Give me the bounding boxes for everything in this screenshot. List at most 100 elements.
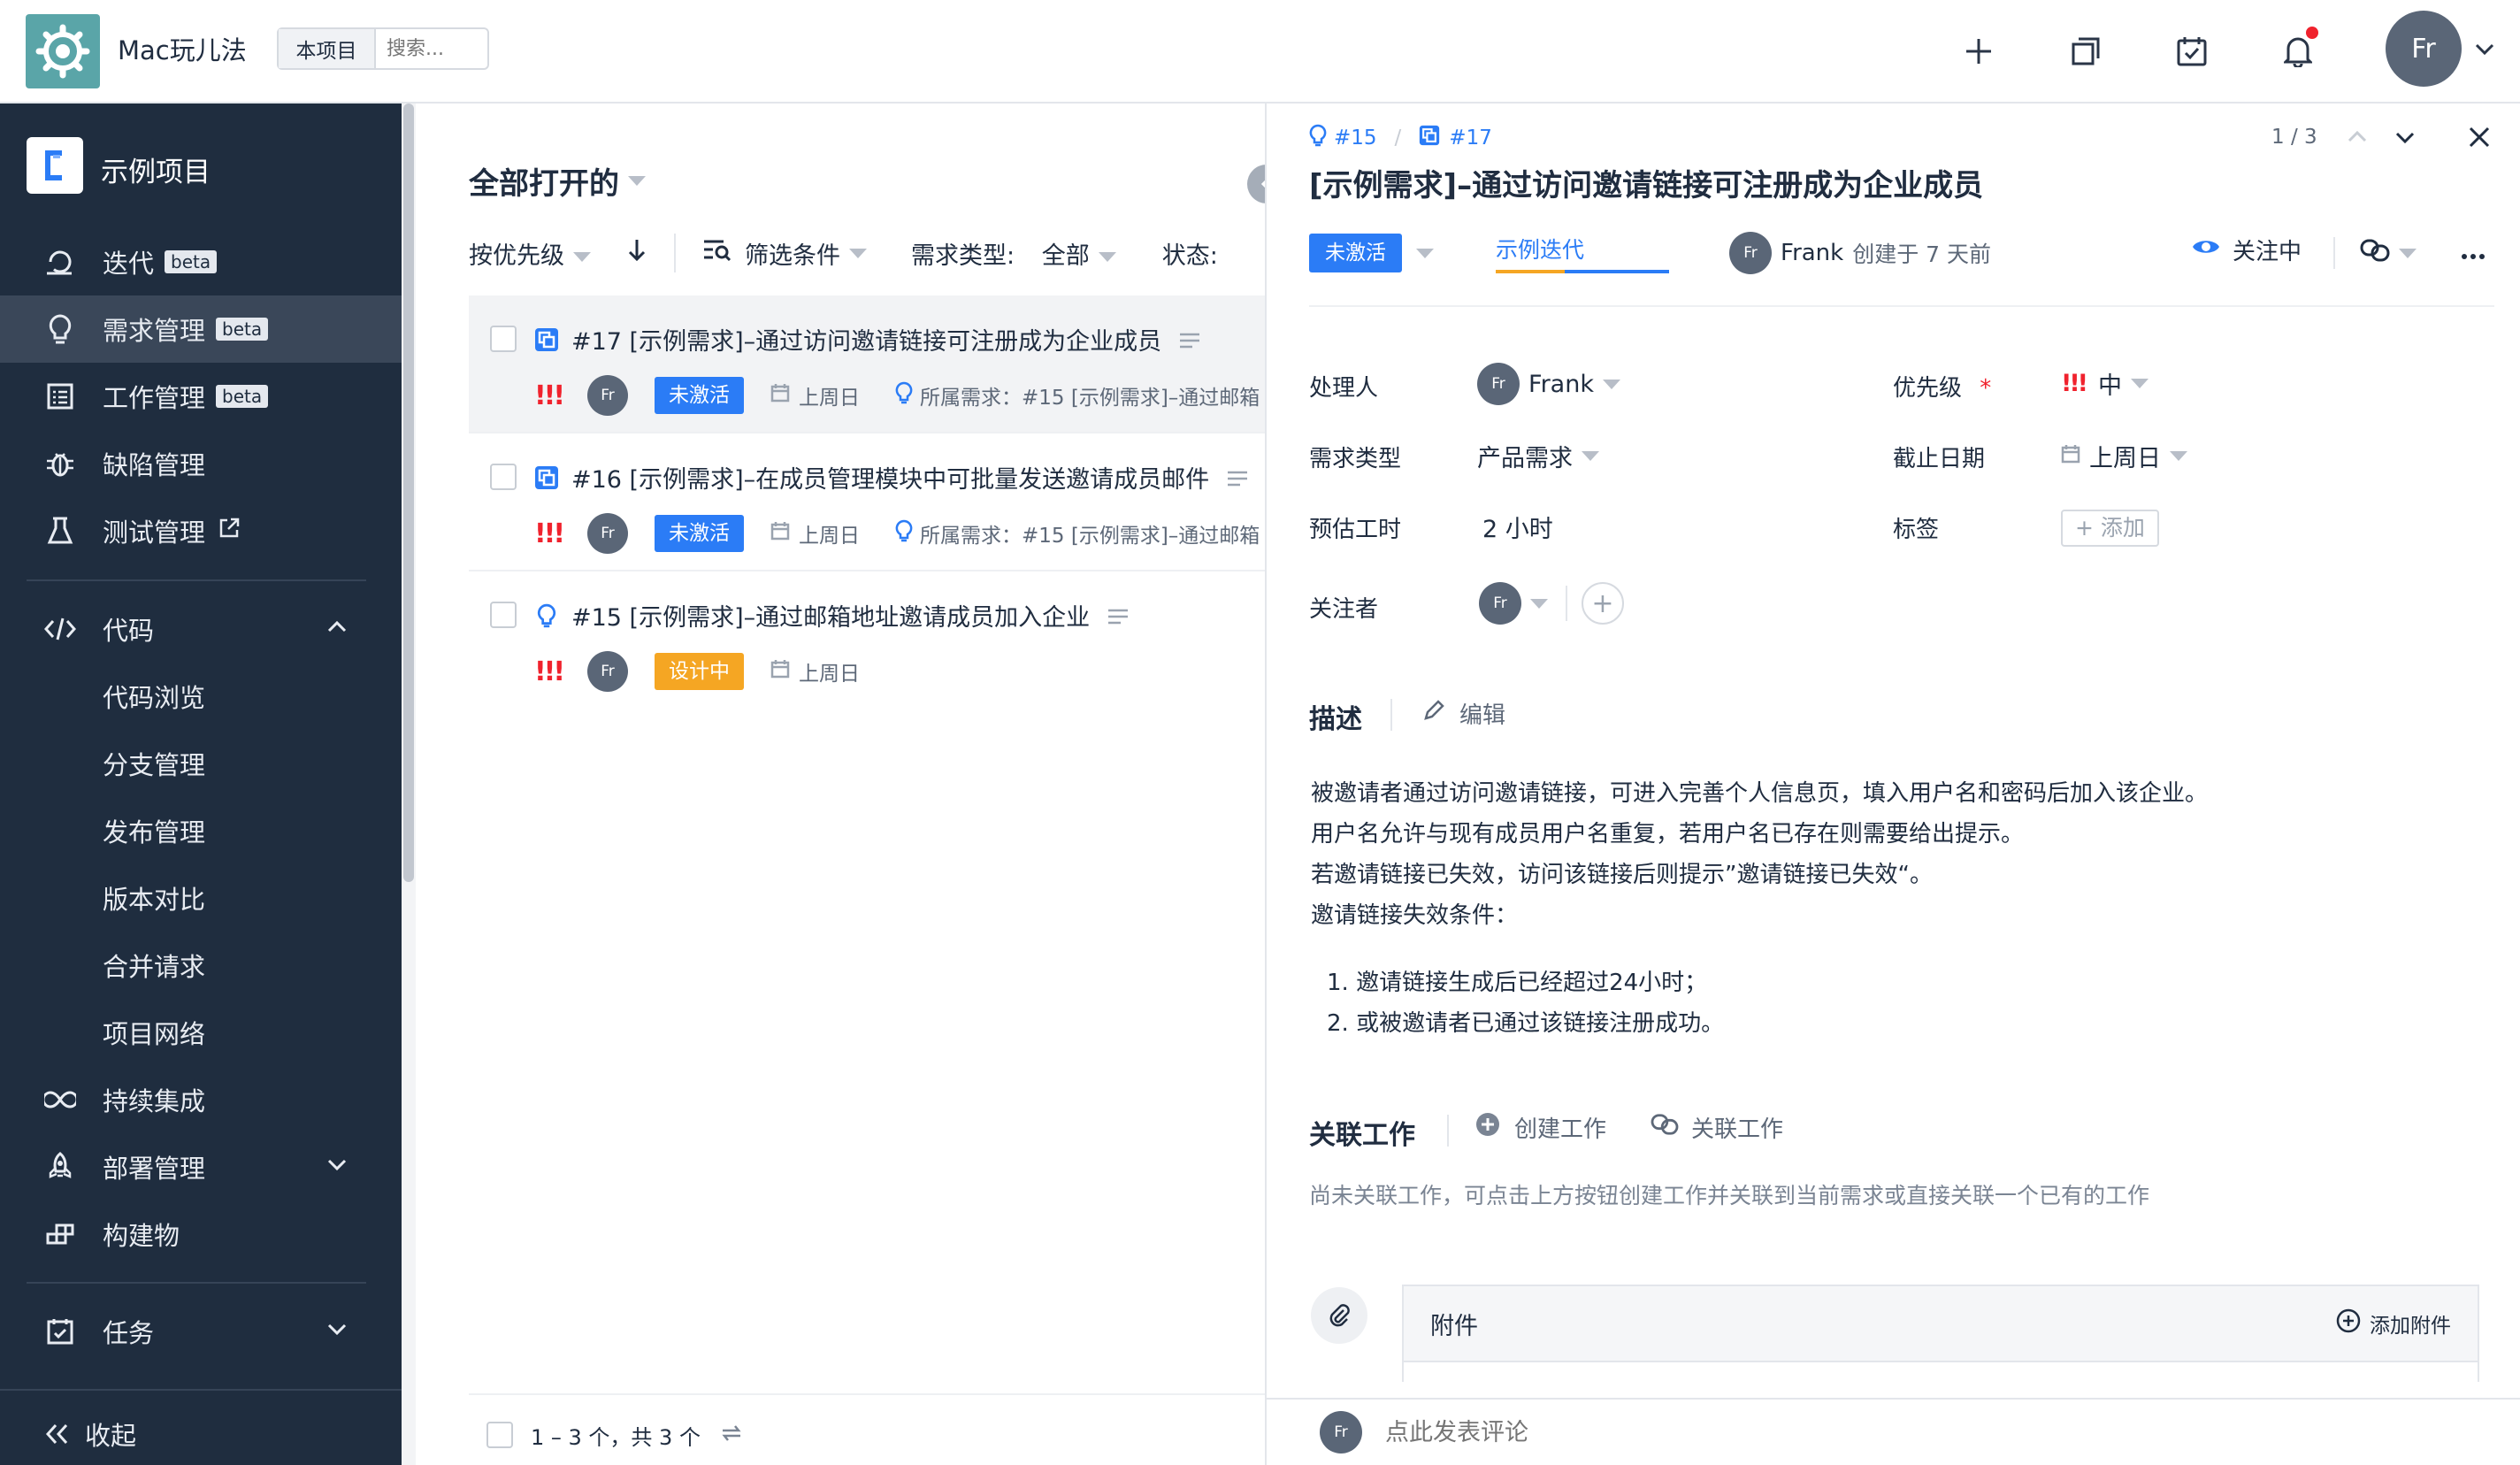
caret-down-icon[interactable] bbox=[1530, 598, 1548, 609]
due-date[interactable]: 上周日 bbox=[770, 656, 860, 686]
add-tag-button[interactable]: + 添加 bbox=[2061, 510, 2159, 547]
sidebar-item-releases[interactable]: 发布管理 bbox=[0, 797, 402, 864]
refresh-icon[interactable] bbox=[720, 1423, 743, 1448]
calendar-check-icon[interactable] bbox=[2167, 27, 2217, 76]
linked-work-empty-text: 尚未关联工作，可点击上方按钮创建工作并关联到当前需求或直接关联一个已有的工作 bbox=[1309, 1183, 2150, 1208]
follow-button[interactable]: 关注中 bbox=[2192, 234, 2302, 266]
add-attachment-button[interactable]: 添加附件 bbox=[2336, 1308, 2451, 1338]
list-item[interactable]: #17 [示例需求]–通过访问邀请链接可注册成为企业成员 !!! Fr 未激活 … bbox=[469, 295, 1265, 433]
link-menu[interactable] bbox=[2360, 237, 2417, 270]
due-date[interactable]: 上周日 bbox=[770, 518, 860, 548]
sidebar-item-testing[interactable]: 测试管理 bbox=[0, 497, 402, 564]
priority-indicator[interactable]: !!! bbox=[534, 656, 571, 687]
sort-direction-icon[interactable] bbox=[626, 238, 647, 269]
list-view-selector[interactable]: 全部打开的 bbox=[469, 159, 646, 203]
estimate-field[interactable]: 2 小时 bbox=[1482, 510, 1553, 544]
assignee-name: Frank bbox=[1528, 370, 1594, 398]
creator-avatar[interactable]: Fr bbox=[1729, 232, 1772, 274]
estimate-label: 预估工时 bbox=[1309, 517, 1402, 543]
search-scope-selector[interactable]: 本项目 bbox=[279, 29, 376, 68]
status-badge[interactable]: 未激活 bbox=[655, 377, 744, 414]
watchers-field[interactable]: Fr + bbox=[1479, 582, 1624, 625]
assignee-avatar[interactable]: Fr bbox=[587, 375, 628, 416]
detail-title[interactable]: [示例需求]–通过访问邀请链接可注册成为企业成员 bbox=[1309, 161, 1983, 204]
search-box[interactable]: 本项目 bbox=[277, 27, 489, 70]
project-name[interactable]: 示例项目 bbox=[101, 150, 211, 189]
sidebar-item-code-browse[interactable]: 代码浏览 bbox=[0, 663, 402, 730]
row-checkbox[interactable] bbox=[490, 326, 517, 352]
row-title[interactable]: #16 [示例需求]–在成员管理模块中可批量发送邀请成员邮件 bbox=[571, 460, 1249, 495]
row-title[interactable]: #15 [示例需求]–通过邮箱地址邀请成员加入企业 bbox=[571, 598, 1130, 633]
infinity-icon bbox=[42, 1082, 78, 1117]
breadcrumb-current[interactable]: #17 bbox=[1449, 127, 1492, 150]
parent-requirement-link[interactable]: 所属需求：#15 [示例需求]–通过邮箱 bbox=[895, 380, 1260, 410]
scrollbar-thumb[interactable] bbox=[403, 104, 414, 882]
sidebar-item-artifacts[interactable]: 构建物 bbox=[0, 1200, 402, 1268]
iteration-text: 示例迭代 bbox=[1496, 237, 1585, 263]
double-chevron-left-icon bbox=[39, 1416, 74, 1452]
sidebar-item-work[interactable]: 工作管理 beta bbox=[0, 363, 402, 430]
filter-button[interactable]: 筛选条件 bbox=[702, 236, 867, 271]
status-badge[interactable]: 未激活 bbox=[655, 515, 744, 552]
select-all-checkbox[interactable] bbox=[486, 1422, 513, 1448]
sidebar-item-label: 缺陷管理 bbox=[103, 450, 206, 480]
parent-requirement-link[interactable]: 所属需求：#15 [示例需求]–通过邮箱 bbox=[895, 518, 1260, 548]
sidebar-item-network[interactable]: 项目网络 bbox=[0, 999, 402, 1066]
watcher-avatar[interactable]: Fr bbox=[1479, 582, 1521, 625]
status-badge[interactable]: 设计中 bbox=[655, 653, 744, 690]
sidebar-collapse-button[interactable]: 收起 bbox=[0, 1400, 402, 1465]
create-plus-icon[interactable] bbox=[1954, 27, 2003, 76]
sidebar-item-compare[interactable]: 版本对比 bbox=[0, 864, 402, 932]
priority-indicator[interactable]: !!! bbox=[534, 518, 571, 549]
comment-input[interactable] bbox=[1385, 1418, 2447, 1446]
chevron-down-icon[interactable] bbox=[2394, 126, 2417, 155]
user-avatar[interactable]: Fr bbox=[2386, 11, 2462, 87]
sidebar-item-requirements[interactable]: 需求管理 beta bbox=[0, 295, 402, 363]
priority-field[interactable]: !!! 中 bbox=[2061, 366, 2149, 401]
divider bbox=[1390, 699, 1392, 731]
create-work-button[interactable]: 创建工作 bbox=[1475, 1111, 1606, 1144]
link-work-button[interactable]: 关联工作 bbox=[1651, 1111, 1783, 1144]
iteration-link[interactable]: 示例迭代 bbox=[1496, 233, 1669, 273]
team-name[interactable]: Mac玩儿法 bbox=[118, 30, 247, 67]
breadcrumb-separator: / bbox=[1394, 127, 1402, 150]
priority-indicator[interactable]: !!! bbox=[534, 380, 571, 411]
deadline-field[interactable]: 上周日 bbox=[2061, 439, 2187, 473]
sidebar-item-code[interactable]: 代码 bbox=[0, 595, 402, 663]
add-watcher-button[interactable]: + bbox=[1582, 582, 1624, 625]
team-logo-icon[interactable] bbox=[26, 14, 100, 88]
edit-description-button[interactable]: 编辑 bbox=[1422, 697, 1505, 730]
type-filter[interactable]: 需求类型: 全部 bbox=[911, 236, 1116, 271]
list-item[interactable]: #16 [示例需求]–在成员管理模块中可批量发送邀请成员邮件 !!! Fr 未激… bbox=[469, 433, 1265, 571]
project-icon[interactable] bbox=[27, 137, 83, 194]
close-icon[interactable] bbox=[2468, 126, 2491, 155]
sort-dropdown[interactable]: 按优先级 bbox=[469, 236, 591, 271]
divider bbox=[2333, 237, 2335, 269]
due-date[interactable]: 上周日 bbox=[770, 380, 860, 410]
row-title[interactable]: #17 [示例需求]–通过访问邀请链接可注册成为企业成员 bbox=[571, 322, 1201, 357]
sidebar-item-deploy[interactable]: 部署管理 bbox=[0, 1133, 402, 1200]
sidebar-item-merge-requests[interactable]: 合并请求 bbox=[0, 932, 402, 999]
sidebar-item-iteration[interactable]: 迭代 beta bbox=[0, 228, 402, 295]
row-checkbox[interactable] bbox=[490, 602, 517, 628]
row-checkbox[interactable] bbox=[490, 464, 517, 490]
sidebar-item-ci[interactable]: 持续集成 bbox=[0, 1066, 402, 1133]
sidebar-item-bugs[interactable]: 缺陷管理 bbox=[0, 430, 402, 497]
assignee-field[interactable]: Fr Frank bbox=[1477, 363, 1620, 405]
windows-icon[interactable] bbox=[2061, 27, 2110, 76]
list-item[interactable]: #15 [示例需求]–通过邮箱地址邀请成员加入企业 !!! Fr 设计中 上周日 bbox=[469, 571, 1265, 709]
assignee-avatar[interactable]: Fr bbox=[587, 513, 628, 554]
assignee-avatar[interactable]: Fr bbox=[587, 651, 628, 692]
type-field[interactable]: 产品需求 bbox=[1477, 439, 1599, 473]
sidebar-item-tasks[interactable]: 任务 bbox=[0, 1298, 402, 1365]
breadcrumb-parent-link[interactable]: #15 bbox=[1334, 127, 1377, 150]
chevron-up-icon[interactable] bbox=[2346, 126, 2369, 155]
chevron-down-icon[interactable] bbox=[2473, 37, 2496, 66]
status-filter[interactable]: 状态: bbox=[1162, 236, 1218, 271]
caret-down-icon[interactable] bbox=[1416, 248, 1434, 258]
more-options-icon[interactable] bbox=[2461, 241, 2486, 267]
status-dropdown[interactable]: 未激活 bbox=[1309, 234, 1402, 272]
sidebar-item-branches[interactable]: 分支管理 bbox=[0, 730, 402, 797]
divider bbox=[1566, 586, 1567, 621]
search-input[interactable] bbox=[376, 31, 482, 66]
